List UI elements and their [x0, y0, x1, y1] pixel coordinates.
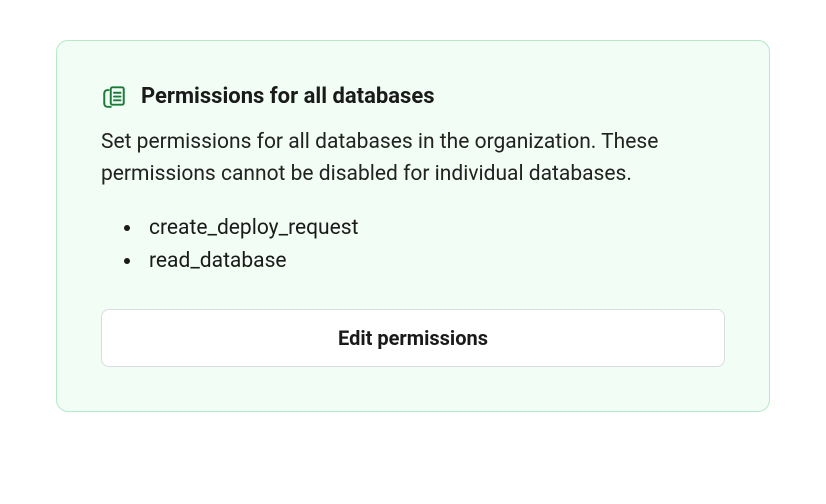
permission-label: read_database [143, 249, 287, 273]
card-title: Permissions for all databases [141, 84, 435, 109]
card-description: Set permissions for all databases in the… [101, 127, 661, 190]
edit-permissions-button[interactable]: Edit permissions [101, 309, 725, 367]
permissions-card: Permissions for all databases Set permis… [56, 40, 770, 412]
permission-label: create_deploy_request [143, 216, 358, 240]
permissions-list: create_deploy_request read_database [101, 212, 725, 277]
database-document-icon [101, 83, 127, 109]
list-item: create_deploy_request [143, 212, 725, 245]
card-header: Permissions for all databases [101, 83, 725, 109]
list-item: read_database [143, 245, 725, 278]
